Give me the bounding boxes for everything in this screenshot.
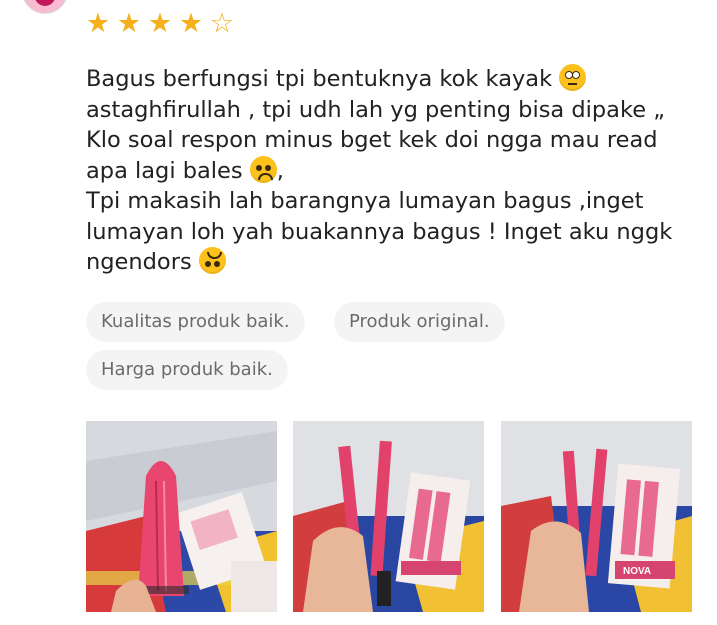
review-line: apa lagi bales , bbox=[86, 155, 284, 184]
face-with-rolling-eyes-icon bbox=[559, 64, 587, 91]
review-line: lumayan loh yah buakannya bagus ! Inget … bbox=[86, 218, 673, 245]
tag-price[interactable]: Harga produk baik. bbox=[86, 350, 288, 390]
review-photo-2[interactable] bbox=[293, 421, 484, 612]
tag-original[interactable]: Produk original. bbox=[334, 302, 505, 342]
review-line: ngendors bbox=[86, 247, 706, 278]
review-line: Tpi makasih lah barangnya lumayan bagus … bbox=[86, 188, 644, 214]
review-line: astaghfirullah , tpi udh lah yg penting … bbox=[86, 96, 665, 123]
frowning-face-icon bbox=[249, 155, 277, 183]
star-rating: ★ ★ ★ ★ ☆ bbox=[84, 10, 236, 38]
review-line: Bagus berfungsi tpi bentuknya kok kayak bbox=[86, 64, 706, 95]
review-text: Bagus berfungsi tpi bentuknya kok kayak … bbox=[86, 64, 706, 278]
star-outline-icon: ☆ bbox=[209, 8, 235, 39]
review-photo-1[interactable] bbox=[86, 421, 277, 612]
star-filled-icon: ★ bbox=[147, 8, 173, 39]
review-line: Klo soal respon minus bget kek doi ngga … bbox=[86, 127, 658, 153]
tag-quality[interactable]: Kualitas produk baik. bbox=[86, 302, 305, 342]
star-filled-icon: ★ bbox=[178, 8, 204, 39]
reviewer-avatar[interactable] bbox=[22, 0, 68, 14]
review-photo-3[interactable]: NOVA bbox=[501, 421, 692, 612]
photo-box-label: NOVA bbox=[623, 566, 651, 577]
star-filled-icon: ★ bbox=[85, 8, 111, 39]
star-filled-icon: ★ bbox=[116, 8, 142, 39]
upside-down-face-icon bbox=[198, 247, 226, 274]
